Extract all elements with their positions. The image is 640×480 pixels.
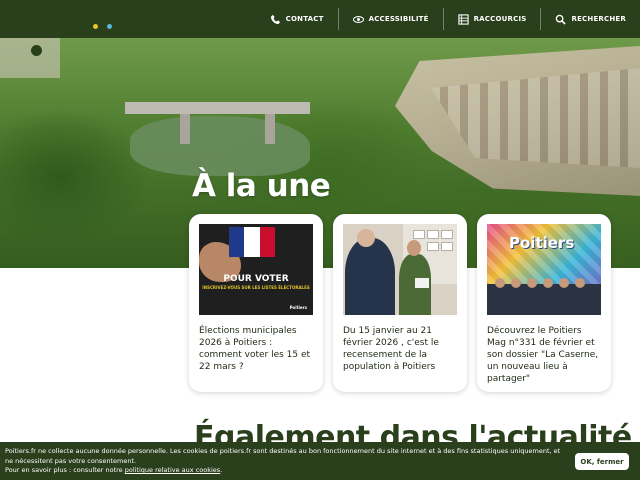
image-head bbox=[559, 278, 569, 288]
image-head bbox=[575, 278, 585, 288]
hero-bridge-pillar bbox=[180, 114, 190, 144]
image-head bbox=[527, 278, 537, 288]
news-card-elections[interactable]: POUR VOTER INSCRIVEZ-VOUS SUR LES LISTES… bbox=[189, 214, 323, 392]
top-nav: CONTACT ACCESSIBILITÉ RACCOURCIS RECHERC… bbox=[256, 0, 640, 38]
cookie-policy-link[interactable]: politique relative aux cookies bbox=[125, 466, 220, 474]
image-man-head bbox=[357, 229, 375, 247]
image-mailbox bbox=[441, 242, 453, 251]
french-flag-icon bbox=[229, 227, 275, 257]
phone-icon bbox=[270, 14, 281, 25]
image-head bbox=[511, 278, 521, 288]
image-mailbox bbox=[441, 230, 453, 239]
image-mailbox bbox=[427, 230, 439, 239]
image-word: Poitiers bbox=[509, 234, 575, 252]
hero-building bbox=[0, 38, 60, 78]
image-paper bbox=[415, 278, 429, 288]
hero-title: À la une bbox=[192, 168, 331, 204]
image-head bbox=[543, 278, 553, 288]
grid-icon bbox=[457, 13, 469, 25]
cookie-text: Poitiers.fr ne collecte aucune donnée pe… bbox=[5, 447, 561, 465]
nav-rechercher-label: RECHERCHER bbox=[571, 15, 626, 23]
image-subtitle: INSCRIVEZ-VOUS SUR LES LISTES ÉLECTORALE… bbox=[202, 285, 310, 290]
news-card-image: Poitiers bbox=[487, 224, 601, 315]
nav-contact[interactable]: CONTACT bbox=[256, 8, 338, 30]
image-head bbox=[495, 278, 505, 288]
nav-accessibilite[interactable]: ACCESSIBILITÉ bbox=[337, 8, 443, 30]
news-card-mag[interactable]: Poitiers Découvrez le Poitiers Mag n°331… bbox=[477, 214, 611, 392]
hero-river bbox=[130, 116, 310, 176]
nav-raccourcis-label: RACCOURCIS bbox=[473, 15, 527, 23]
nav-rechercher[interactable]: RECHERCHER bbox=[540, 8, 640, 30]
hero-bridge bbox=[125, 102, 310, 114]
news-card-text: Du 15 janvier au 21 février 2026 , c'est… bbox=[343, 326, 439, 372]
news-card-text: Découvrez le Poitiers Mag n°331 de févri… bbox=[487, 326, 599, 384]
cookie-text-block: Poitiers.fr ne collecte aucune donnée pe… bbox=[5, 447, 565, 476]
hero-bridge-pillar bbox=[265, 114, 275, 144]
top-bar: CONTACT ACCESSIBILITÉ RACCOURCIS RECHERC… bbox=[0, 0, 640, 38]
nav-contact-label: CONTACT bbox=[285, 15, 324, 23]
eye-icon bbox=[352, 14, 364, 25]
news-card-recensement[interactable]: Du 15 janvier au 21 février 2026 , c'est… bbox=[333, 214, 467, 392]
image-mailbox bbox=[427, 242, 439, 251]
cookie-banner: Poitiers.fr ne collecte aucune donnée pe… bbox=[0, 442, 640, 480]
cookie-more-prefix: Pour en savoir plus : consulter notre bbox=[5, 466, 125, 475]
poitiers-logo: Poitiers bbox=[289, 305, 307, 310]
blue-dot-icon bbox=[107, 24, 112, 29]
hero-circle-icon bbox=[31, 45, 42, 56]
yellow-dot-icon bbox=[93, 24, 98, 29]
image-man bbox=[345, 238, 395, 315]
image-mailbox bbox=[413, 230, 425, 239]
nav-accessibilite-label: ACCESSIBILITÉ bbox=[368, 15, 429, 23]
image-crowd bbox=[487, 284, 601, 315]
cookie-close-button[interactable]: OK, fermer bbox=[575, 453, 629, 470]
image-title: POUR VOTER bbox=[223, 274, 289, 284]
nav-raccourcis[interactable]: RACCOURCIS bbox=[442, 8, 541, 30]
news-card-image bbox=[343, 224, 457, 315]
search-icon bbox=[555, 14, 567, 25]
cookie-more-suffix: . bbox=[220, 466, 223, 475]
image-woman-head bbox=[407, 240, 421, 256]
news-card-image: POUR VOTER INSCRIVEZ-VOUS SUR LES LISTES… bbox=[199, 224, 313, 315]
news-card-text: Élections municipales 2026 à Poitiers : … bbox=[199, 326, 311, 372]
